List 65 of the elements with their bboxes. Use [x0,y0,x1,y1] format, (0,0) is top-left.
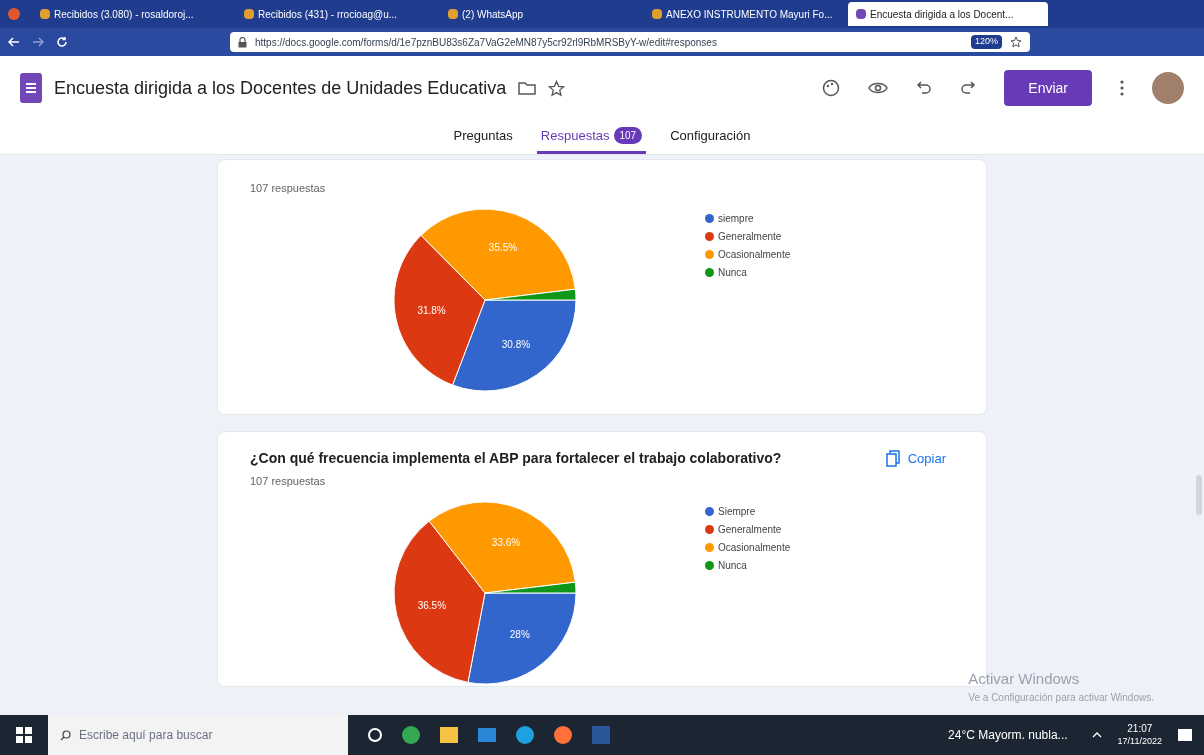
copy-icon [885,449,900,468]
send-button[interactable]: Enviar [1004,70,1092,106]
browser-tab[interactable]: ANEXO INSTRUMENTO Mayuri Fo... [644,2,844,26]
browser-tab[interactable]: Recibidos (3.080) - rosaldoroj... [32,2,232,26]
slice-label: 36.5% [417,599,447,611]
star-icon[interactable] [1010,36,1022,48]
slice-label: 28% [509,628,530,640]
scrollbar-thumb[interactable] [1196,475,1202,515]
form-tab[interactable]: Configuración [666,120,755,154]
count-badge: 107 [613,127,643,144]
form-title: Encuesta dirigida a los Docentes de Unidades Educativa [54,76,507,100]
legend-label: Ocasionalmente [718,540,791,555]
task-view-icon[interactable] [368,728,382,742]
legend-label: Nunca [718,558,747,573]
question-title: ¿Con qué frecuencia implementa el ABP para fortalecer el trabajo colaborativo? [250,449,783,468]
address-bar[interactable]: https://docs.google.com/forms/d/1e7pznBU83s6Za7VaG2eMN87y5cr92rl9RbMRSByY-w/edit#responses 120% [230,32,1030,52]
form-tab[interactable]: Respuestas 107 [536,120,647,154]
form-tab[interactable]: Preguntas [449,120,517,154]
activation-text: Ve a Configuración para activar Windows. [968,691,1154,705]
palette-icon[interactable] [822,79,841,97]
zoom-badge[interactable]: 120% [970,35,1002,49]
slice-label: 31.8% [417,304,446,316]
taskbar-search-field[interactable]: Escribe aquí para buscar [48,715,348,755]
response-count: 107 respuestas [250,181,327,196]
back-icon[interactable] [8,37,20,47]
reload-icon[interactable] [56,36,68,48]
clock-date[interactable]: 17/11/2022 [1117,735,1162,747]
tab-favicon-icon [448,9,458,19]
browser-tab[interactable]: (2) WhatsApp [440,2,640,26]
tab-favicon-icon [652,9,662,19]
avatar[interactable] [1152,72,1184,104]
legend-label: Nunca [718,265,747,280]
app-icon [8,8,20,20]
slice-label: 33.6% [491,536,521,548]
search-placeholder: Escribe aquí para buscar [79,727,213,743]
slice-label: 35.5% [488,241,518,253]
legend-label: Ocasionalmente [718,247,791,262]
windows-icon[interactable] [16,727,32,743]
eye-icon[interactable] [868,81,889,95]
tab-favicon-icon [40,9,50,19]
more-icon[interactable] [1120,80,1124,96]
url-text: https://docs.google.com/forms/d/1e7pznBU83s6Za7VaG2eMN87y5cr92rl9RbMRSByY-w/edit#responses [255,35,718,50]
tab-favicon-icon [856,9,866,19]
legend-label: Siempre [718,504,756,519]
weather-text[interactable]: 24°C Mayorm. nubla... [948,727,1068,743]
activation-title: Activar Windows [968,668,1081,689]
response-count: 107 respuestas [250,474,327,489]
legend-label: siempre [718,211,754,226]
folder-icon[interactable] [518,81,537,95]
forward-icon[interactable] [32,37,44,47]
legend-label: Generalmente [718,229,782,244]
tab-favicon-icon [244,9,254,19]
undo-icon[interactable] [916,80,933,96]
star-icon[interactable] [548,79,566,97]
browser-tab[interactable]: Recibidos (431) - rrocioag@u... [236,2,436,26]
redo-icon[interactable] [960,80,977,96]
search-icon [60,729,71,741]
browser-tab[interactable]: Encuesta dirigida a los Docent... [848,2,1048,26]
clock-time[interactable]: 21:07 [1127,723,1153,736]
forms-logo-icon [20,73,42,103]
lock-icon [238,36,247,48]
chevron-up-icon[interactable] [1091,732,1102,738]
copy-button[interactable]: Copiar [877,448,954,469]
legend-label: Generalmente [718,522,782,537]
slice-label: 30.8% [501,338,531,350]
